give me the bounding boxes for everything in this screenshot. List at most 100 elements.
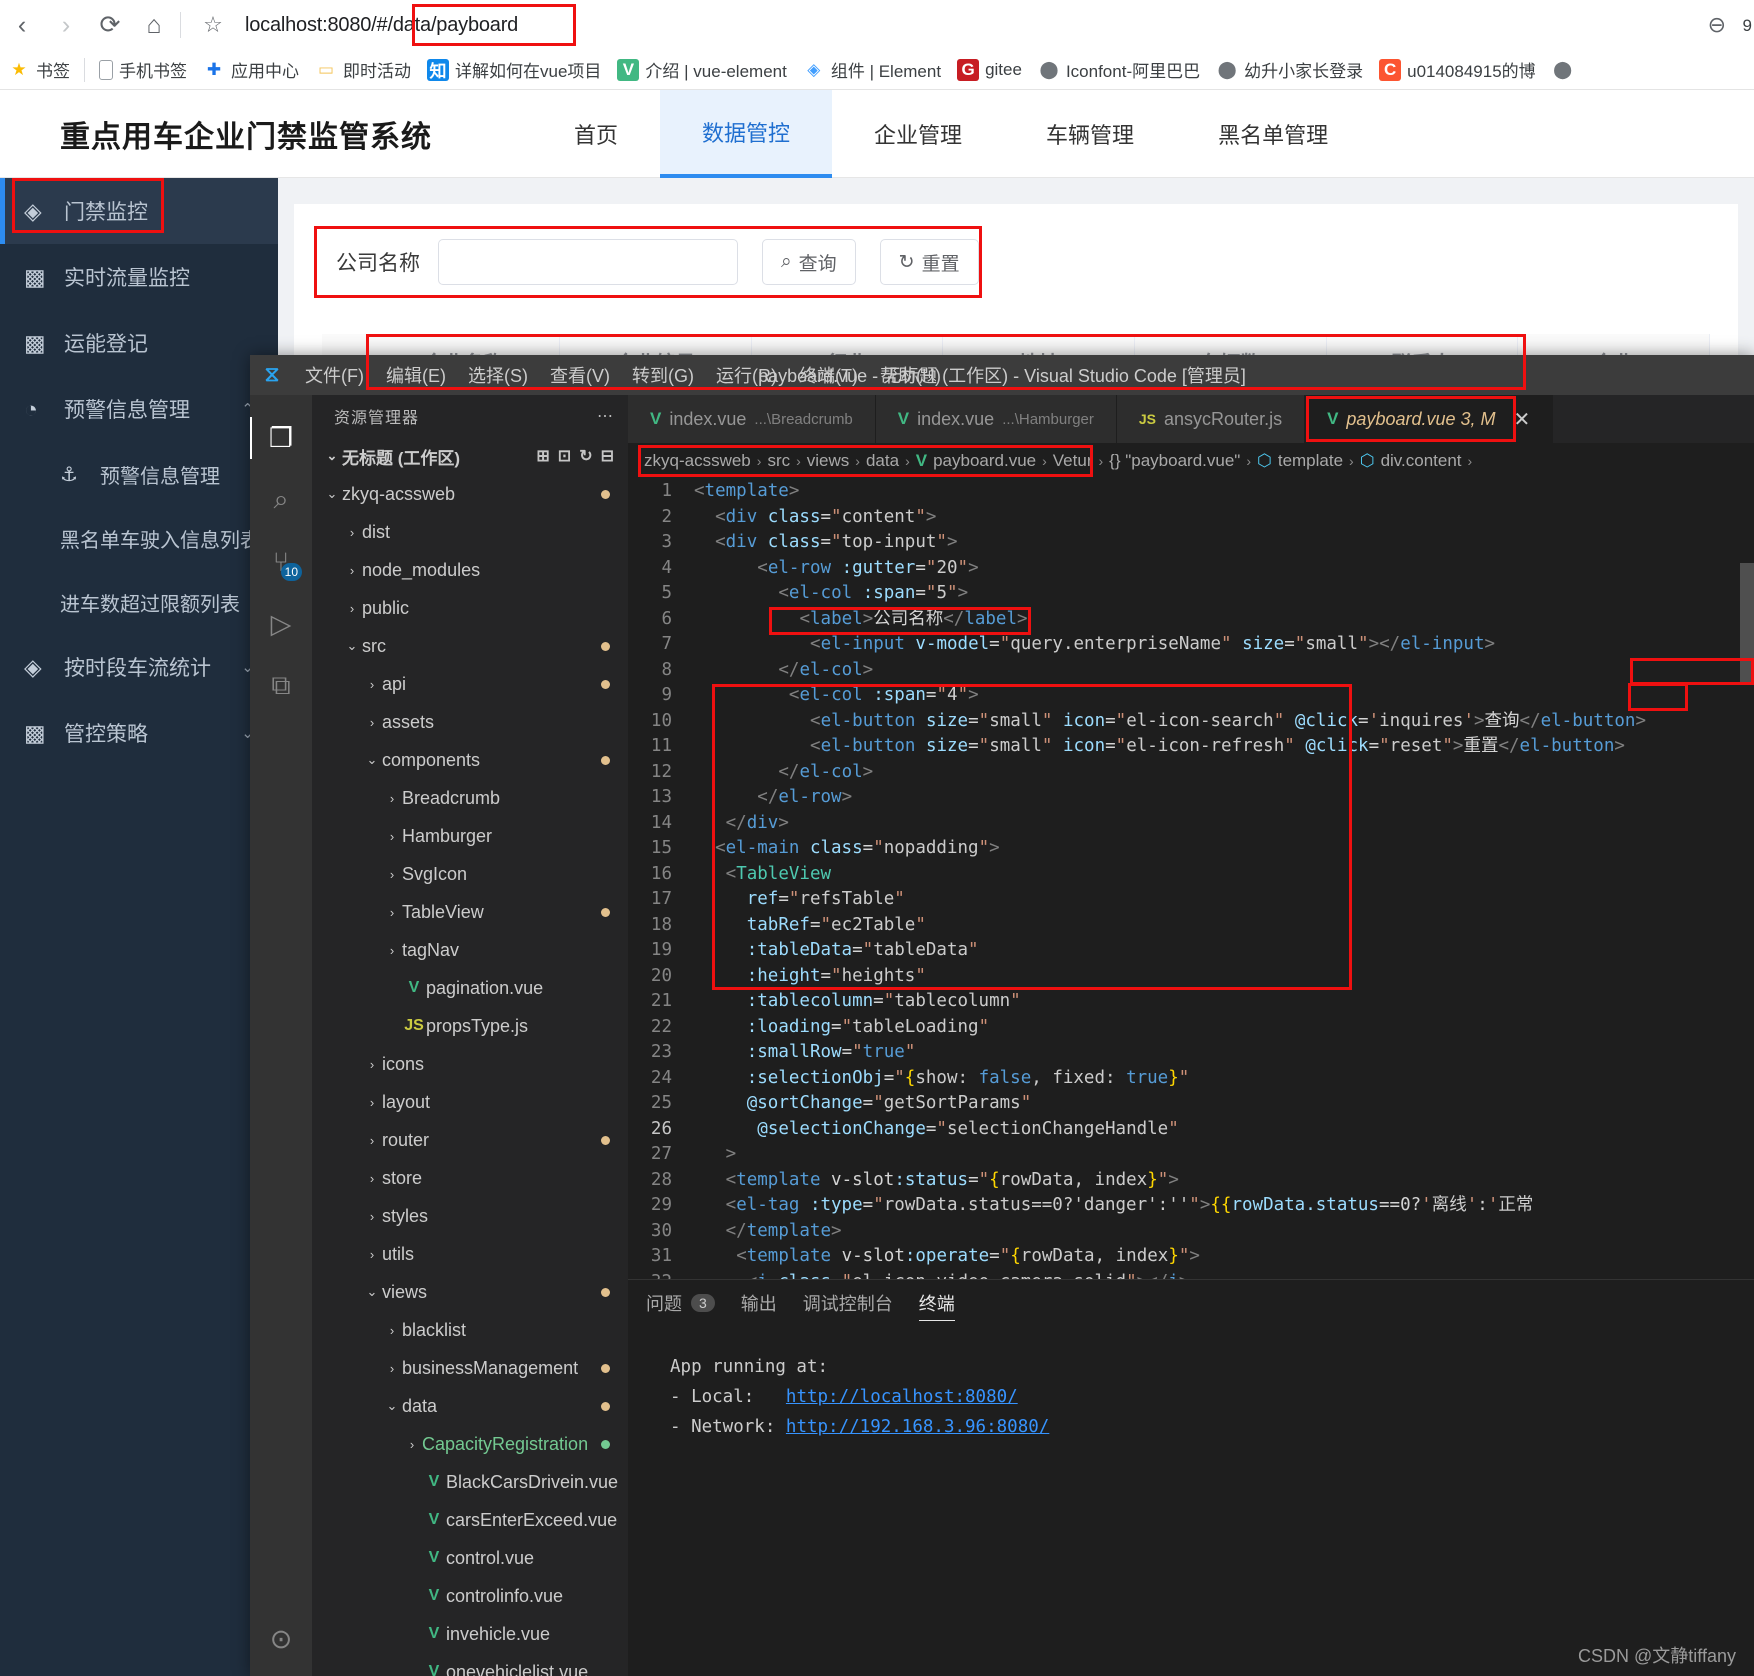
file-tree-item[interactable]: › Breadcrumb xyxy=(312,779,628,817)
sidebar-item-capacity-registration[interactable]: ▩ 运能登记 xyxy=(0,310,278,376)
file-tree-item[interactable]: › layout xyxy=(312,1083,628,1121)
account-icon[interactable]: ⊙ xyxy=(250,1608,312,1670)
menu-file[interactable]: 文件(F) xyxy=(294,362,375,388)
file-tree-item[interactable]: › businessManagement xyxy=(312,1349,628,1387)
bookmark-item[interactable]: ⬤ 幼升小家长登录 xyxy=(1208,50,1371,89)
file-tree-item[interactable]: Vpagination.vue xyxy=(312,969,628,1007)
breadcrumb-item-data[interactable]: data xyxy=(866,451,899,471)
file-tree-item[interactable]: ⌄ zkyq-acssweb xyxy=(312,475,628,513)
editor-tab[interactable]: V index.vue ...\Breadcrumb xyxy=(628,395,876,443)
breadcrumb-item-vetur[interactable]: Vetur xyxy=(1053,451,1093,471)
nav-tab-vehicle[interactable]: 车辆管理 xyxy=(1004,90,1176,178)
file-tree-item[interactable]: Vcontrolinfo.vue xyxy=(312,1577,628,1615)
editor-tab-active[interactable]: V payboard.vue 3, M ✕ xyxy=(1305,395,1554,443)
bookmark-item[interactable]: ★ 书签 xyxy=(0,50,78,89)
file-tree-item[interactable]: › styles xyxy=(312,1197,628,1235)
bookmark-item[interactable]: ◈ 组件 | Element xyxy=(795,50,949,89)
panel-tab-output[interactable]: 输出 xyxy=(741,1290,777,1320)
menu-help[interactable]: 帮助(H) xyxy=(869,362,952,388)
file-tree-item[interactable]: › api xyxy=(312,665,628,703)
terminal-local-url[interactable]: http://localhost:8080/ xyxy=(786,1387,1018,1407)
bookmark-item[interactable]: ⬤ Iconfont-阿里巴巴 xyxy=(1030,50,1208,89)
nav-tab-home[interactable]: 首页 xyxy=(532,90,660,178)
bookmark-star-icon[interactable]: ☆ xyxy=(195,7,231,43)
menu-edit[interactable]: 编辑(E) xyxy=(375,362,457,388)
close-icon[interactable]: ✕ xyxy=(1514,407,1531,432)
reset-button[interactable]: ↻ 重置 xyxy=(879,239,979,285)
file-tree-item[interactable]: ⌄ src xyxy=(312,627,628,665)
editor-tab[interactable]: V index.vue ...\Hamburger xyxy=(875,395,1117,443)
panel-tab-terminal[interactable]: 终端 xyxy=(918,1290,955,1321)
file-tree-item[interactable]: › public xyxy=(312,589,628,627)
source-control-icon[interactable]: ⑂ 10 xyxy=(250,531,312,593)
breadcrumb-item-src[interactable]: src xyxy=(767,451,790,471)
breadcrumb-item-root[interactable]: zkyq-acssweb xyxy=(644,451,751,471)
bookmark-item[interactable]: V 介绍 | vue-element xyxy=(609,50,794,89)
more-actions-icon[interactable]: ⋯ xyxy=(597,406,614,426)
editor-scrollbar[interactable] xyxy=(1740,563,1754,683)
workspace-root-row[interactable]: ⌄ 无标题 (工作区) ⊞ ⊡ ↻ ⊟ xyxy=(312,437,628,475)
new-folder-icon[interactable]: ⊡ xyxy=(558,446,571,466)
sidebar-item-realtime-traffic[interactable]: ▩ 实时流量监控 xyxy=(0,244,278,310)
file-tree-item[interactable]: V BlackCarsDrivein.vue xyxy=(312,1463,628,1501)
breadcrumb-item-template[interactable]: template xyxy=(1278,451,1343,471)
sidebar-subitem-blacklist-entries[interactable]: 黑名单车驶入信息列表 xyxy=(0,506,278,570)
breadcrumb-item-symbol[interactable]: {} "payboard.vue" xyxy=(1109,451,1240,471)
nav-tab-blacklist[interactable]: 黑名单管理 xyxy=(1176,90,1370,178)
refresh-icon[interactable]: ↻ xyxy=(579,446,592,466)
collapse-all-icon[interactable]: ⊟ xyxy=(601,446,614,466)
explorer-icon[interactable]: ❐ xyxy=(250,407,312,469)
bookmark-item[interactable]: Ggitee xyxy=(949,50,1030,89)
menu-terminal[interactable]: 终端(T) xyxy=(788,362,869,388)
search-icon[interactable]: ⌕ xyxy=(250,469,312,531)
file-tree-item[interactable]: › icons xyxy=(312,1045,628,1083)
panel-tab-problems[interactable]: 问题 3 xyxy=(646,1290,715,1320)
file-tree-item[interactable]: VcarsEnterExceed.vue xyxy=(312,1501,628,1539)
menu-view[interactable]: 查看(V) xyxy=(539,362,621,388)
breadcrumb-item-file[interactable]: payboard.vue xyxy=(933,451,1036,471)
file-tree-item[interactable]: ⌄ data xyxy=(312,1387,628,1425)
file-tree-item[interactable]: › Hamburger xyxy=(312,817,628,855)
bookmark-item[interactable]: 手机书签 xyxy=(91,50,195,89)
sidebar-item-access-monitor[interactable]: ◈ 门禁监控 xyxy=(0,178,278,244)
home-button[interactable]: ⌂ xyxy=(132,3,176,47)
file-tree-item[interactable]: ⌄ components xyxy=(312,741,628,779)
menu-go[interactable]: 转到(G) xyxy=(621,362,705,388)
sidebar-item-traffic-by-period[interactable]: ◈ 按时段车流统计 ⌄ xyxy=(0,634,278,700)
reload-button[interactable]: ⟳ xyxy=(88,3,132,47)
file-tree-item[interactable]: Vinvehicle.vue xyxy=(312,1615,628,1653)
query-button[interactable]: ⌕ 查询 xyxy=(762,239,856,285)
file-tree-item[interactable]: ⌄ views xyxy=(312,1273,628,1311)
bookmark-item[interactable]: ▭ 即时活动 xyxy=(307,50,419,89)
nav-tab-data-control[interactable]: 数据管控 xyxy=(660,89,833,178)
company-name-input[interactable] xyxy=(438,239,738,285)
sidebar-subitem-over-limit-entries[interactable]: 进车数超过限额列表 xyxy=(0,570,278,634)
file-tree-item[interactable]: › CapacityRegistration xyxy=(312,1425,628,1463)
file-tree-item[interactable]: › node_modules xyxy=(312,551,628,589)
editor-tab[interactable]: JS ansycRouter.js xyxy=(1116,395,1306,443)
terminal-network-url[interactable]: http://192.168.3.96:8080/ xyxy=(786,1417,1049,1437)
new-file-icon[interactable]: ⊞ xyxy=(536,446,549,466)
file-tree-item[interactable]: › SvgIcon xyxy=(312,855,628,893)
menu-selection[interactable]: 选择(S) xyxy=(457,362,539,388)
file-tree-item[interactable]: JS propsType.js xyxy=(312,1007,628,1045)
back-button[interactable]: ‹ xyxy=(0,3,44,47)
file-tree-item[interactable]: Vcontrol.vue xyxy=(312,1539,628,1577)
zoom-out-icon[interactable]: ⊖ xyxy=(1708,12,1726,38)
file-tree-item[interactable]: › blacklist xyxy=(312,1311,628,1349)
sidebar-subitem-alert-management[interactable]: ⚓ 预警信息管理 xyxy=(0,442,278,506)
bookmark-item[interactable]: ⬤ xyxy=(1544,50,1588,89)
nav-tab-enterprise[interactable]: 企业管理 xyxy=(832,90,1004,178)
file-tree-item[interactable]: › tagNav xyxy=(312,931,628,969)
run-debug-icon[interactable]: ▷ xyxy=(250,593,312,655)
file-tree-item[interactable]: › TableView xyxy=(312,893,628,931)
file-tree-item[interactable]: › router xyxy=(312,1121,628,1159)
menu-run[interactable]: 运行(R) xyxy=(705,362,788,388)
extensions-icon[interactable]: ⧉ xyxy=(250,655,312,717)
sidebar-item-alert-management[interactable]: ◔ 预警信息管理 ⌃ xyxy=(0,376,278,442)
sidebar-item-control-policy[interactable]: ▩ 管控策略 ⌄ xyxy=(0,700,278,766)
file-tree-item[interactable]: Vonevehiclelist.vue xyxy=(312,1653,628,1676)
breadcrumb-item-div[interactable]: div.content xyxy=(1381,451,1462,471)
file-tree-item[interactable]: › assets xyxy=(312,703,628,741)
forward-button[interactable]: › xyxy=(44,3,88,47)
